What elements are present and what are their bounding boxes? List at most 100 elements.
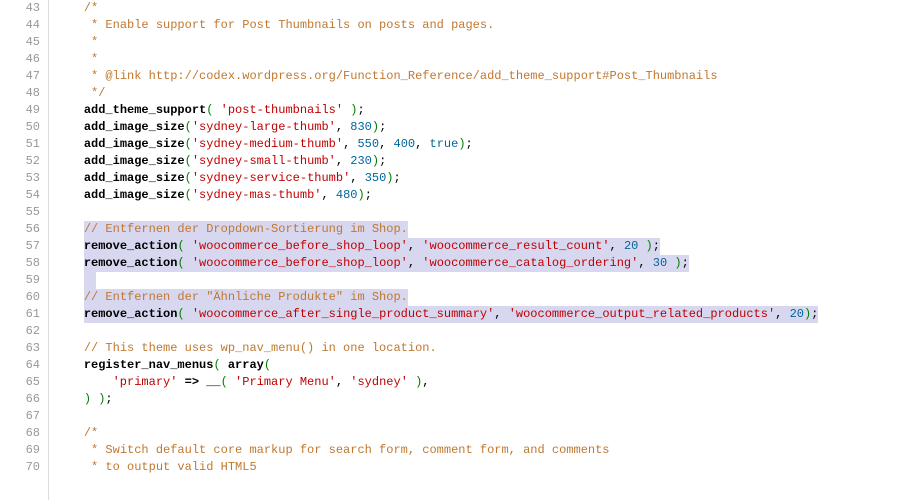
token: ( <box>185 154 192 168</box>
line-number: 51 <box>0 136 40 153</box>
token: , <box>638 256 652 270</box>
token: /* <box>84 1 98 15</box>
token: 'woocommerce_after_single_product_summar… <box>192 307 494 321</box>
token: 'woocommerce_result_count' <box>422 239 609 253</box>
code-line: add_image_size('sydney-service-thumb', 3… <box>55 170 900 187</box>
token: add_image_size <box>84 171 185 185</box>
line-number: 46 <box>0 51 40 68</box>
line-number: 48 <box>0 85 40 102</box>
token: , <box>379 137 393 151</box>
token: , <box>350 171 364 185</box>
code-line <box>55 272 900 289</box>
token: 'sydney-mas-thumb' <box>192 188 322 202</box>
token: ) <box>372 120 379 134</box>
token: 'sydney-medium-thumb' <box>192 137 343 151</box>
token: ) <box>343 103 357 117</box>
token: remove_action <box>84 256 178 270</box>
token: add_image_size <box>84 154 185 168</box>
token: , <box>494 307 508 321</box>
token <box>177 375 184 389</box>
code-area[interactable]: /* * Enable support for Post Thumbnails … <box>49 0 900 500</box>
token: 30 <box>653 256 667 270</box>
token: true <box>430 137 459 151</box>
code-line: add_theme_support( 'post-thumbnails' ); <box>55 102 900 119</box>
token: , <box>336 375 350 389</box>
line-number: 47 <box>0 68 40 85</box>
code-line <box>55 408 900 425</box>
line-number: 58 <box>0 255 40 272</box>
token: ( <box>177 307 191 321</box>
line-number: 61 <box>0 306 40 323</box>
code-line: * <box>55 51 900 68</box>
token: register_nav_menus <box>84 358 214 372</box>
token: __ <box>206 375 220 389</box>
code-line: // This theme uses wp_nav_menu() in one … <box>55 340 900 357</box>
line-number: 62 <box>0 323 40 340</box>
token: , <box>336 154 350 168</box>
code-line <box>55 204 900 221</box>
line-number: 60 <box>0 289 40 306</box>
token: * @link http://codex.wordpress.org/Funct… <box>84 69 718 83</box>
token: => <box>185 375 199 389</box>
token: ; <box>379 120 386 134</box>
token: ; <box>365 188 372 202</box>
code-line: add_image_size('sydney-medium-thumb', 55… <box>55 136 900 153</box>
token: 'woocommerce_before_shop_loop' <box>192 256 408 270</box>
token: add_image_size <box>84 120 185 134</box>
token: 830 <box>350 120 372 134</box>
code-line: // Entfernen der Dropdown-Sortierung im … <box>55 221 900 238</box>
token: add_image_size <box>84 188 185 202</box>
token: ) <box>386 171 393 185</box>
token: add_theme_support <box>84 103 206 117</box>
code-line: 'primary' => __( 'Primary Menu', 'sydney… <box>55 374 900 391</box>
token: ( <box>185 188 192 202</box>
line-number: 66 <box>0 391 40 408</box>
line-number: 67 <box>0 408 40 425</box>
token: ) <box>372 154 379 168</box>
token: 'woocommerce_catalog_ordering' <box>422 256 638 270</box>
token: 'Primary Menu' <box>235 375 336 389</box>
token: ) <box>408 375 422 389</box>
code-line: * @link http://codex.wordpress.org/Funct… <box>55 68 900 85</box>
token: , <box>610 239 624 253</box>
token: ( <box>206 103 220 117</box>
code-line: */ <box>55 85 900 102</box>
token: , <box>343 137 357 151</box>
line-number: 52 <box>0 153 40 170</box>
token: ( <box>177 239 191 253</box>
token: * Enable support for Post Thumbnails on … <box>84 18 494 32</box>
token: 'woocommerce_before_shop_loop' <box>192 239 408 253</box>
token: ; <box>357 103 364 117</box>
token: ; <box>466 137 473 151</box>
line-number: 56 <box>0 221 40 238</box>
code-line: register_nav_menus( array( <box>55 357 900 374</box>
line-number: 43 <box>0 0 40 17</box>
token: , <box>415 137 429 151</box>
token: array <box>228 358 264 372</box>
token: 'woocommerce_output_related_products' <box>509 307 775 321</box>
token: , <box>408 256 422 270</box>
code-line: * Enable support for Post Thumbnails on … <box>55 17 900 34</box>
token: ) ) <box>84 392 106 406</box>
code-line: ) ); <box>55 391 900 408</box>
code-line: // Entfernen der "Ähnliche Produkte" im … <box>55 289 900 306</box>
code-line: add_image_size('sydney-large-thumb', 830… <box>55 119 900 136</box>
token: ( <box>264 358 271 372</box>
line-number: 57 <box>0 238 40 255</box>
token: // This theme uses wp_nav_menu() in one … <box>84 341 437 355</box>
token: * Switch default core markup for search … <box>84 443 610 457</box>
token: 480 <box>336 188 358 202</box>
token: 'sydney-small-thumb' <box>192 154 336 168</box>
token: ) <box>667 256 681 270</box>
token: , <box>408 239 422 253</box>
token: add_image_size <box>84 137 185 151</box>
token: * <box>84 52 98 66</box>
token: 'sydney-service-thumb' <box>192 171 350 185</box>
token: 'sydney' <box>350 375 408 389</box>
token: ; <box>105 392 112 406</box>
line-number: 63 <box>0 340 40 357</box>
token: 'sydney-large-thumb' <box>192 120 336 134</box>
token: , <box>336 120 350 134</box>
line-number: 64 <box>0 357 40 374</box>
code-line: * Switch default core markup for search … <box>55 442 900 459</box>
